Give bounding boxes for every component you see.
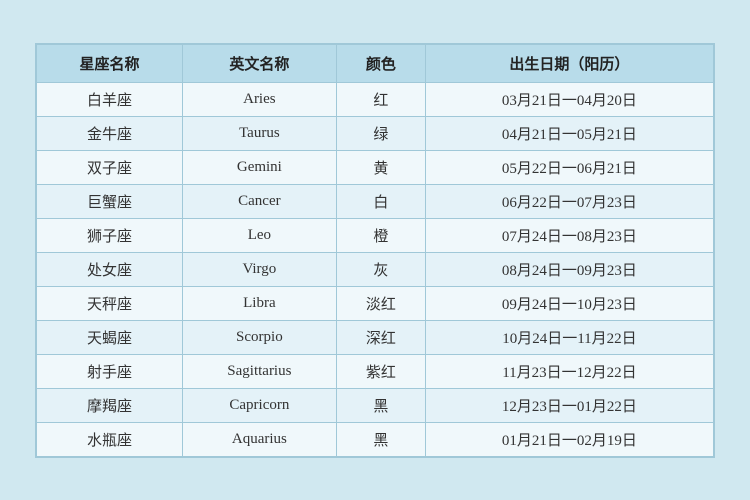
- cell-color: 深红: [336, 320, 425, 354]
- cell-color: 白: [336, 184, 425, 218]
- table-row: 狮子座Leo橙07月24日一08月23日: [37, 218, 714, 252]
- cell-english-name: Gemini: [182, 150, 336, 184]
- header-color: 颜色: [336, 44, 425, 82]
- zodiac-table: 星座名称 英文名称 颜色 出生日期（阳历） 白羊座Aries红03月21日一04…: [36, 44, 714, 457]
- header-english-name: 英文名称: [182, 44, 336, 82]
- table-row: 金牛座Taurus绿04月21日一05月21日: [37, 116, 714, 150]
- cell-english-name: Aries: [182, 82, 336, 116]
- cell-color: 红: [336, 82, 425, 116]
- cell-chinese-name: 水瓶座: [37, 422, 183, 456]
- cell-chinese-name: 白羊座: [37, 82, 183, 116]
- table-row: 天蝎座Scorpio深红10月24日一11月22日: [37, 320, 714, 354]
- header-chinese-name: 星座名称: [37, 44, 183, 82]
- cell-chinese-name: 巨蟹座: [37, 184, 183, 218]
- cell-chinese-name: 狮子座: [37, 218, 183, 252]
- cell-color: 黄: [336, 150, 425, 184]
- cell-english-name: Virgo: [182, 252, 336, 286]
- cell-date: 08月24日一09月23日: [425, 252, 713, 286]
- cell-date: 10月24日一11月22日: [425, 320, 713, 354]
- cell-chinese-name: 天秤座: [37, 286, 183, 320]
- cell-color: 黑: [336, 422, 425, 456]
- cell-date: 03月21日一04月20日: [425, 82, 713, 116]
- cell-english-name: Scorpio: [182, 320, 336, 354]
- cell-chinese-name: 天蝎座: [37, 320, 183, 354]
- table-row: 白羊座Aries红03月21日一04月20日: [37, 82, 714, 116]
- cell-english-name: Capricorn: [182, 388, 336, 422]
- cell-chinese-name: 射手座: [37, 354, 183, 388]
- cell-color: 黑: [336, 388, 425, 422]
- table-row: 水瓶座Aquarius黑01月21日一02月19日: [37, 422, 714, 456]
- cell-chinese-name: 摩羯座: [37, 388, 183, 422]
- cell-chinese-name: 处女座: [37, 252, 183, 286]
- cell-date: 06月22日一07月23日: [425, 184, 713, 218]
- cell-color: 灰: [336, 252, 425, 286]
- cell-color: 橙: [336, 218, 425, 252]
- cell-date: 07月24日一08月23日: [425, 218, 713, 252]
- table-row: 处女座Virgo灰08月24日一09月23日: [37, 252, 714, 286]
- cell-english-name: Cancer: [182, 184, 336, 218]
- cell-date: 04月21日一05月21日: [425, 116, 713, 150]
- table-row: 巨蟹座Cancer白06月22日一07月23日: [37, 184, 714, 218]
- cell-english-name: Taurus: [182, 116, 336, 150]
- cell-color: 紫红: [336, 354, 425, 388]
- cell-date: 11月23日一12月22日: [425, 354, 713, 388]
- cell-english-name: Leo: [182, 218, 336, 252]
- cell-date: 12月23日一01月22日: [425, 388, 713, 422]
- table-row: 天秤座Libra淡红09月24日一10月23日: [37, 286, 714, 320]
- table-row: 射手座Sagittarius紫红11月23日一12月22日: [37, 354, 714, 388]
- cell-english-name: Sagittarius: [182, 354, 336, 388]
- table-row: 摩羯座Capricorn黑12月23日一01月22日: [37, 388, 714, 422]
- cell-date: 09月24日一10月23日: [425, 286, 713, 320]
- cell-color: 绿: [336, 116, 425, 150]
- cell-date: 01月21日一02月19日: [425, 422, 713, 456]
- cell-chinese-name: 双子座: [37, 150, 183, 184]
- header-date: 出生日期（阳历）: [425, 44, 713, 82]
- zodiac-table-container: 星座名称 英文名称 颜色 出生日期（阳历） 白羊座Aries红03月21日一04…: [35, 43, 715, 458]
- cell-color: 淡红: [336, 286, 425, 320]
- cell-date: 05月22日一06月21日: [425, 150, 713, 184]
- table-header-row: 星座名称 英文名称 颜色 出生日期（阳历）: [37, 44, 714, 82]
- table-row: 双子座Gemini黄05月22日一06月21日: [37, 150, 714, 184]
- cell-chinese-name: 金牛座: [37, 116, 183, 150]
- cell-english-name: Aquarius: [182, 422, 336, 456]
- cell-english-name: Libra: [182, 286, 336, 320]
- table-body: 白羊座Aries红03月21日一04月20日金牛座Taurus绿04月21日一0…: [37, 82, 714, 456]
